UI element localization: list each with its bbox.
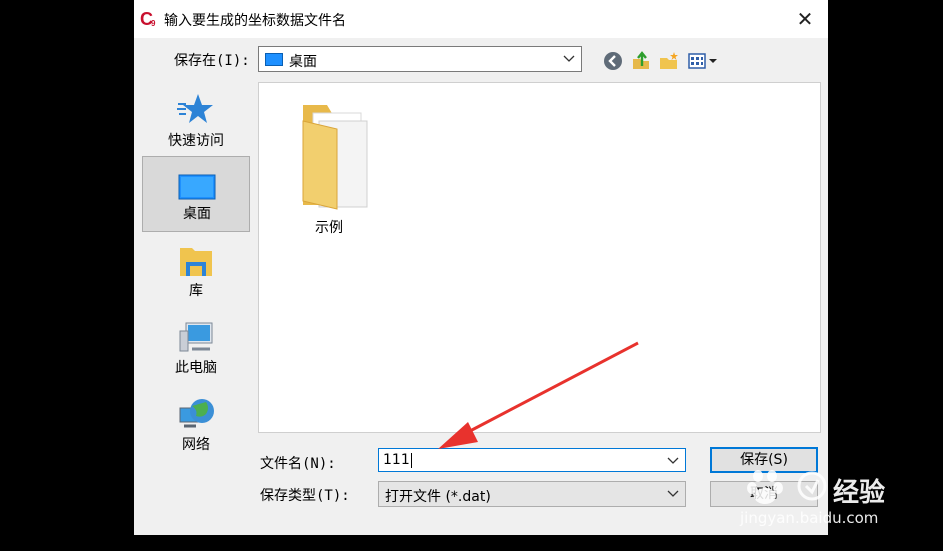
place-this-pc[interactable]: 此电脑 (142, 311, 250, 387)
file-list[interactable]: 示例 (258, 82, 821, 433)
place-desktop[interactable]: 桌面 (142, 156, 250, 232)
close-button[interactable]: ✕ (782, 0, 828, 38)
save-in-dropdown[interactable]: 桌面 (258, 46, 582, 72)
watermark-brand: 经验 (833, 478, 886, 508)
place-library[interactable]: 库 (142, 234, 250, 310)
new-folder-icon[interactable] (658, 50, 680, 72)
save-in-value: 桌面 (289, 54, 317, 70)
network-icon (179, 399, 214, 428)
places-bar: 快速访问 桌面 库 此电脑 网络 (142, 82, 254, 527)
place-quick-access[interactable]: 快速访问 (142, 84, 250, 160)
text-caret (410, 452, 412, 468)
this-pc-icon (179, 322, 213, 352)
folder-icon (302, 105, 368, 210)
app-icon: C 9 (140, 9, 156, 28)
place-label: 桌面 (183, 206, 211, 222)
folder-name: 示例 (315, 220, 343, 236)
save-dialog: C 9 输入要生成的坐标数据文件名 ✕ 保存在(I): 桌面 快速访问 桌面 库… (134, 0, 828, 535)
file-type-label: 保存类型(T): (260, 488, 350, 504)
svg-text:9: 9 (151, 19, 156, 28)
file-name-value: 111 (383, 452, 410, 468)
place-label: 此电脑 (175, 360, 217, 376)
save-in-label: 保存在(I): (174, 53, 250, 69)
title-bar: C 9 输入要生成的坐标数据文件名 ✕ (134, 0, 828, 38)
place-label: 网络 (182, 437, 210, 453)
chevron-down-icon (667, 490, 679, 497)
view-menu-icon[interactable] (687, 50, 721, 72)
baidu-paw-logo (747, 470, 827, 504)
watermark-url: jingyan.baidu.com (740, 509, 879, 527)
file-type-dropdown[interactable]: 打开文件 (*.dat) (378, 481, 686, 507)
place-label: 库 (189, 283, 203, 299)
place-network[interactable]: 网络 (142, 388, 250, 464)
window-title: 输入要生成的坐标数据文件名 (164, 13, 346, 29)
chevron-down-icon (563, 55, 575, 62)
back-icon[interactable] (602, 50, 624, 72)
up-folder-icon[interactable] (630, 50, 652, 72)
desktop-icon (178, 174, 216, 200)
desktop-icon (265, 53, 283, 66)
file-name-input[interactable]: 111 (378, 448, 686, 472)
file-name-label: 文件名(N): (260, 456, 336, 472)
quick-access-icon (177, 94, 213, 123)
place-label: 快速访问 (168, 133, 224, 149)
file-type-value: 打开文件 (*.dat) (385, 489, 491, 505)
library-icon (180, 248, 212, 276)
chevron-down-icon[interactable] (667, 454, 679, 466)
folder-item[interactable]: 示例 (279, 97, 379, 237)
